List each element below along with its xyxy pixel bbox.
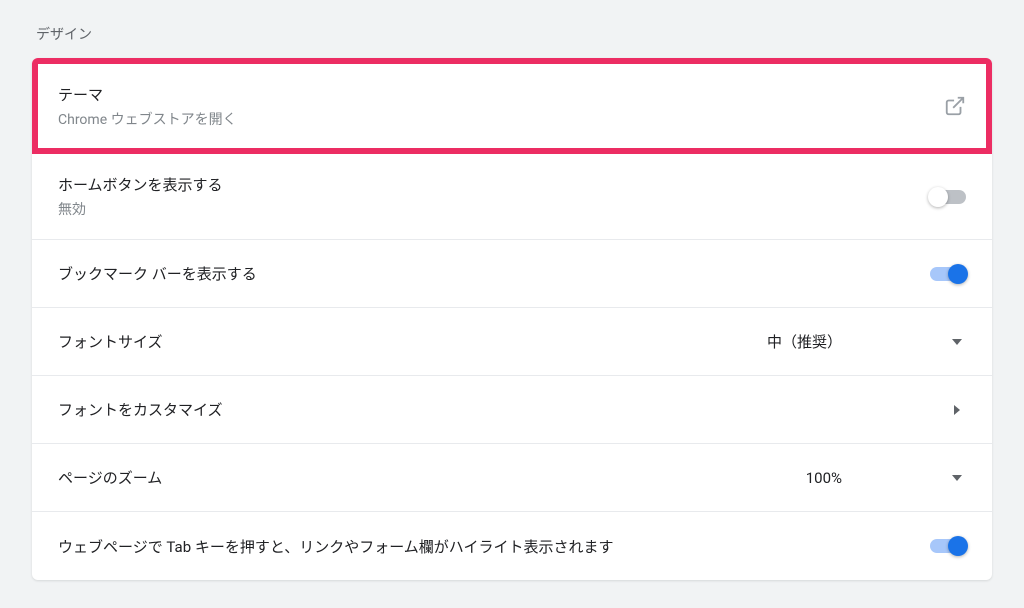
tab-highlight-row: ウェブページで Tab キーを押すと、リンクやフォーム欄がハイライト表示されます xyxy=(32,512,992,580)
home-button-toggle[interactable] xyxy=(930,190,966,204)
tab-highlight-text: ウェブページで Tab キーを押すと、リンクやフォーム欄がハイライト表示されます xyxy=(58,536,614,557)
page-zoom-row: ページのズーム 100% xyxy=(32,444,992,512)
section-title: デザイン xyxy=(36,24,992,44)
font-size-label: フォントサイズ xyxy=(58,331,163,352)
theme-control xyxy=(944,95,966,117)
tab-highlight-toggle[interactable] xyxy=(930,539,966,553)
theme-label: テーマ xyxy=(58,84,237,105)
home-button-row: ホームボタンを表示する 無効 xyxy=(32,154,992,240)
font-size-text: フォントサイズ xyxy=(58,331,163,352)
tab-highlight-label: ウェブページで Tab キーを押すと、リンクやフォーム欄がハイライト表示されます xyxy=(58,536,614,557)
font-size-value: 中（推奨） xyxy=(767,331,842,352)
home-button-sublabel: 無効 xyxy=(58,199,223,219)
theme-row[interactable]: テーマ Chrome ウェブストアを開く xyxy=(32,58,992,154)
bookmark-bar-toggle[interactable] xyxy=(930,267,966,281)
font-size-dropdown[interactable]: 中（推奨） xyxy=(767,331,966,352)
home-button-text: ホームボタンを表示する 無効 xyxy=(58,174,223,219)
customize-font-control xyxy=(954,405,966,415)
home-button-control xyxy=(930,190,966,204)
external-link-icon xyxy=(944,95,966,117)
page-zoom-dropdown[interactable]: 100% xyxy=(806,469,966,487)
bookmark-bar-text: ブックマーク バーを表示する xyxy=(58,263,257,284)
dropdown-arrow-icon xyxy=(952,475,962,481)
home-button-label: ホームボタンを表示する xyxy=(58,174,223,195)
page-zoom-text: ページのズーム xyxy=(58,467,162,488)
font-size-row: フォントサイズ 中（推奨） xyxy=(32,308,992,376)
dropdown-arrow-icon xyxy=(952,339,962,345)
page-zoom-label: ページのズーム xyxy=(58,467,162,488)
tab-highlight-control xyxy=(930,539,966,553)
bookmark-bar-row: ブックマーク バーを表示する xyxy=(32,240,992,308)
theme-text: テーマ Chrome ウェブストアを開く xyxy=(58,84,237,129)
bookmark-bar-label: ブックマーク バーを表示する xyxy=(58,263,257,284)
customize-font-label: フォントをカスタマイズ xyxy=(58,399,223,420)
bookmark-bar-control xyxy=(930,267,966,281)
settings-card: テーマ Chrome ウェブストアを開く ホームボタンを表示する 無効 ブックマ… xyxy=(32,58,992,580)
chevron-right-icon xyxy=(954,405,960,415)
page-zoom-value: 100% xyxy=(806,469,842,487)
customize-font-row[interactable]: フォントをカスタマイズ xyxy=(32,376,992,444)
customize-font-text: フォントをカスタマイズ xyxy=(58,399,223,420)
theme-sublabel: Chrome ウェブストアを開く xyxy=(58,109,237,129)
